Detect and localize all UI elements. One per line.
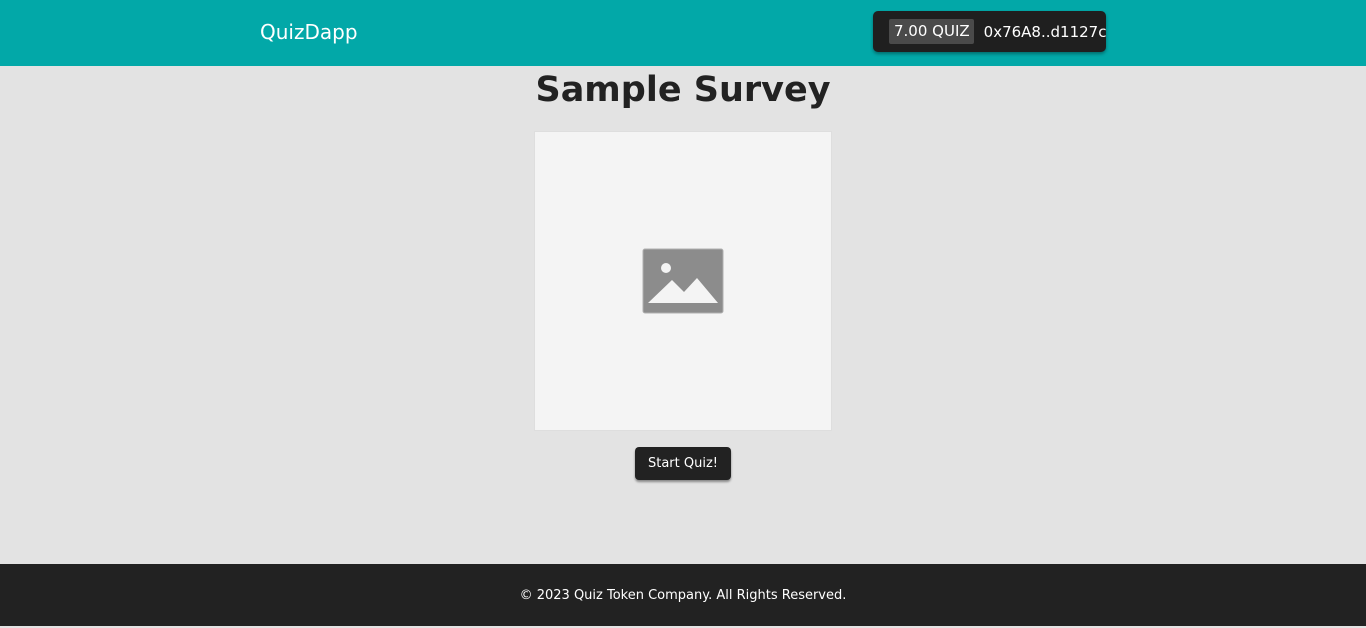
main-content: Sample Survey Start Quiz! <box>0 66 1366 564</box>
wallet-address: 0x76A8..d1127c <box>983 22 1107 41</box>
image-placeholder-icon <box>642 248 724 314</box>
footer: © 2023 Quiz Token Company. All Rights Re… <box>0 564 1366 626</box>
top-navbar: QuizDapp 7.00 QUIZ 0x76A8..d1127c <box>0 0 1366 66</box>
wallet-button[interactable]: 7.00 QUIZ 0x76A8..d1127c <box>873 11 1106 52</box>
page-title: Sample Survey <box>535 70 831 110</box>
copyright-text: © 2023 Quiz Token Company. All Rights Re… <box>519 588 847 603</box>
quiz-image <box>534 131 832 431</box>
brand-link[interactable]: QuizDapp <box>260 0 358 64</box>
token-balance: 7.00 QUIZ <box>889 19 974 44</box>
start-quiz-button[interactable]: Start Quiz! <box>635 447 731 480</box>
